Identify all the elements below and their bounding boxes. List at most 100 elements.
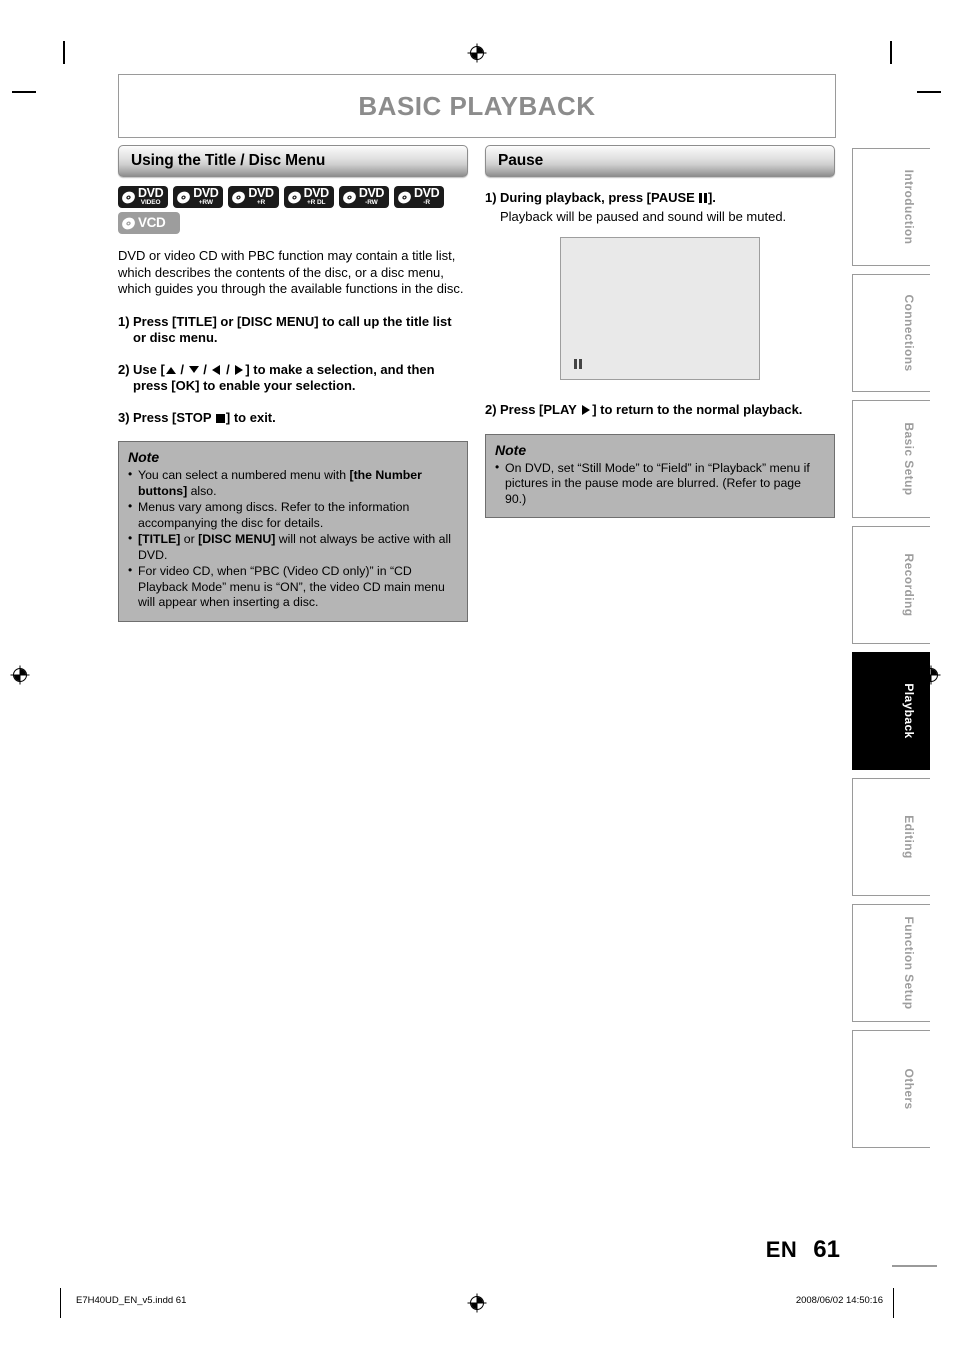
- trim-rule-right: [892, 1265, 937, 1267]
- page-title: BASIC PLAYBACK: [358, 90, 596, 121]
- disc-compatibility-badges: DVD VIDEO DVD +RW DVD +R DVD +R DL DVD -…: [118, 186, 478, 234]
- step-text-after: ].: [707, 190, 716, 205]
- badge-sub-label: -R: [423, 199, 430, 207]
- step-2: 2) Use [ / / / ] to make a selection, an…: [118, 362, 468, 395]
- disc-icon: [287, 191, 301, 203]
- manual-page: BASIC PLAYBACK Using the Title / Disc Me…: [118, 74, 840, 1264]
- disc-icon: [122, 191, 135, 203]
- disc-icon: [122, 217, 135, 229]
- step-text-sep-3: /: [222, 361, 234, 377]
- note-item: Menus vary among discs. Refer to the inf…: [128, 499, 458, 531]
- note-title: Note: [495, 441, 527, 458]
- chapter-tab-rail: Introduction Connections Basic Setup Rec…: [852, 148, 930, 1156]
- print-source-file: E7H40UD_EN_v5.indd 61: [76, 1295, 187, 1306]
- language-code: EN: [765, 1237, 798, 1262]
- note-item: You can select a numbered menu with [the…: [128, 467, 458, 499]
- section-header-label: Pause: [498, 152, 544, 169]
- note-item: For video CD, when “PBC (Video CD only)”…: [128, 563, 458, 611]
- step-text-before: During playback, press [PAUSE: [500, 190, 699, 205]
- pause-step-2: 2) Press [PLAY ] to return to the normal…: [485, 402, 835, 419]
- note-item: [TITLE] or [DISC MENU] will not always b…: [128, 531, 458, 563]
- step-text: Press [TITLE] or [DISC MENU] to call up …: [133, 313, 452, 346]
- badge-main-label: DVD: [138, 186, 164, 201]
- tab-label: Editing: [902, 815, 916, 859]
- step-text-after: ] to exit.: [225, 409, 276, 425]
- disc-badge-dvd-plus-rw: DVD +RW: [173, 186, 224, 208]
- step-number: 1): [485, 190, 497, 205]
- tab-function-setup[interactable]: Function Setup: [852, 904, 930, 1022]
- intro-paragraph: DVD or video CD with PBC function may co…: [118, 248, 464, 296]
- step-3: 3) Press [STOP ] to exit.: [118, 410, 468, 427]
- disc-icon: [232, 191, 246, 203]
- registration-mark-top: [466, 42, 488, 64]
- step-text: During playback, press [PAUSE ].: [500, 190, 835, 207]
- step-text-before: Press [STOP: [133, 409, 215, 425]
- print-timestamp: 2008/06/02 14:50:16: [795, 1295, 883, 1306]
- tab-label: Others: [902, 1068, 916, 1110]
- step-number: 1): [118, 313, 130, 329]
- badge-main-label: DVD: [358, 186, 385, 201]
- left-column: Using the Title / Disc Menu DVD VIDEO DV…: [118, 145, 468, 622]
- badge-sub-label: +R DL: [306, 199, 326, 207]
- tab-others[interactable]: Others: [852, 1030, 930, 1148]
- disc-icon: [398, 191, 411, 203]
- badge-sub-label: -RW: [365, 199, 378, 207]
- tab-editing[interactable]: Editing: [852, 778, 930, 896]
- arrow-down-icon: [188, 365, 199, 373]
- page-number: 61: [813, 1236, 840, 1263]
- step-text-before: Use [: [133, 361, 165, 377]
- arrow-left-icon: [212, 364, 221, 375]
- step-text-before: Press [PLAY: [500, 402, 581, 417]
- arrow-right-icon: [235, 364, 244, 375]
- stop-icon: [215, 413, 225, 423]
- note-list: On DVD, set “Still Mode” to “Field” in “…: [495, 460, 825, 508]
- tab-recording[interactable]: Recording: [852, 526, 930, 644]
- tab-introduction[interactable]: Introduction: [852, 148, 930, 266]
- screen-pause-indicator-icon: [574, 359, 582, 369]
- disc-icon: [342, 191, 356, 203]
- note-box-right: Note On DVD, set “Still Mode” to “Field”…: [485, 433, 835, 518]
- pause-step-1: 1) During playback, press [PAUSE ].: [485, 190, 835, 207]
- note-item: On DVD, set “Still Mode” to “Field” in “…: [495, 460, 825, 508]
- page-footer: EN 61: [766, 1236, 840, 1264]
- crop-mark-top-left-vertical: [63, 41, 65, 64]
- pause-step-1-description: Playback will be paused and sound will b…: [500, 208, 787, 224]
- crop-mark-top-right-vertical: [890, 41, 892, 64]
- disc-icon: [177, 191, 191, 203]
- note-list: You can select a numbered menu with [the…: [128, 467, 458, 611]
- disc-badge-dvd-plus-r: DVD +R: [228, 186, 279, 208]
- tab-label: Connections: [902, 294, 916, 372]
- badge-sub-label: +R: [256, 199, 266, 207]
- procedure-steps: 1) Press [TITLE] or [DISC MENU] to call …: [118, 314, 468, 427]
- disc-badge-dvd-video: DVD VIDEO: [118, 186, 169, 208]
- tab-label: Basic Setup: [902, 422, 916, 496]
- badge-main-label: DVD: [414, 186, 440, 201]
- tab-connections[interactable]: Connections: [852, 274, 930, 392]
- tab-label: Introduction: [902, 169, 916, 245]
- tab-playback[interactable]: Playback: [852, 652, 930, 770]
- step-text: Use [ / / / ] to make a selection, and t…: [133, 362, 468, 395]
- tab-label: Function Setup: [902, 916, 916, 1010]
- note-box-left: Note You can select a numbered menu with…: [118, 441, 468, 622]
- badge-sub-label: +RW: [198, 199, 213, 207]
- tab-label: Recording: [902, 553, 916, 617]
- badge-main-label: DVD: [248, 186, 274, 201]
- badge-main-label: DVD: [193, 186, 219, 201]
- step-text-sep-1: /: [176, 361, 188, 377]
- step-1: 1) Press [TITLE] or [DISC MENU] to call …: [118, 314, 468, 347]
- print-production-bar: E7H40UD_EN_v5.indd 61 2008/06/02 14:50:1…: [60, 1288, 894, 1318]
- tv-screen-illustration: [560, 237, 760, 380]
- tab-basic-setup[interactable]: Basic Setup: [852, 400, 930, 518]
- badge-main-label: VCD: [138, 215, 166, 231]
- disc-badge-dvd-plus-r-dl: DVD +R DL: [283, 186, 334, 208]
- section-header-title-disc-menu: Using the Title / Disc Menu: [118, 145, 468, 177]
- step-number: 2): [485, 402, 497, 417]
- tab-label: Playback: [902, 683, 916, 739]
- play-icon: [582, 405, 591, 415]
- step-text-sep-2: /: [199, 361, 211, 377]
- step-text-after: ] to return to the normal playback.: [592, 402, 803, 417]
- chapter-title-box: BASIC PLAYBACK: [118, 74, 836, 138]
- crop-mark-top-left-horizontal: [12, 91, 36, 93]
- disc-badge-dvd-minus-rw: DVD -RW: [338, 186, 390, 208]
- registration-mark-left: [9, 664, 31, 686]
